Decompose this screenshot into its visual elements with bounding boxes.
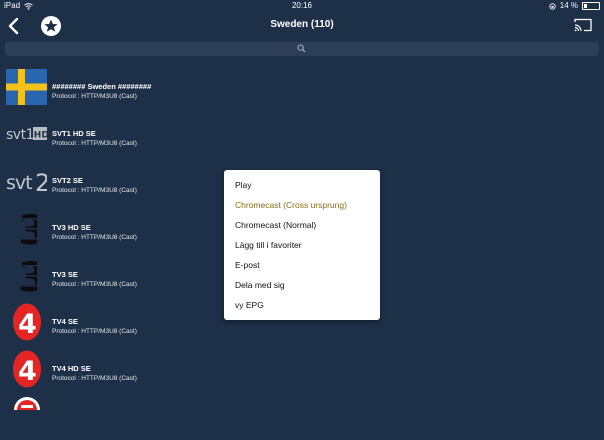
channel-row[interactable]: ######## Sweden ######## Protocol : HTTP…	[0, 64, 604, 111]
svt1-hd-logo: svt1 HD	[6, 114, 47, 154]
battery-percent: 14 %	[559, 1, 578, 10]
channel-protocol: Protocol : HTTP/M3U8 (Cast)	[52, 234, 137, 241]
cast-icon[interactable]	[574, 18, 592, 32]
nav-bar: Sweden (110)	[0, 12, 604, 40]
channel-row[interactable]: svt1 HD SVT1 HD SE Protocol : HTTP/M3U8 (…	[0, 111, 604, 158]
search-icon	[297, 44, 306, 53]
channel-protocol: Protocol : HTTP/M3U8 (Cast)	[52, 281, 137, 288]
channel-protocol: Protocol : HTTP/M3U8 (Cast)	[52, 187, 137, 194]
sweden-flag-icon	[6, 67, 47, 107]
channel-name: TV3 HD SE	[52, 223, 91, 232]
tv3-logo: 3	[6, 208, 47, 248]
svg-text:4: 4	[18, 309, 37, 340]
search-input[interactable]	[5, 42, 599, 56]
orientation-lock-icon	[549, 2, 556, 10]
tv3-logo: 3	[6, 255, 47, 295]
status-bar: iPad 20:16 14 %	[0, 0, 604, 12]
channel-name: TV4 HD SE	[52, 364, 91, 373]
channel-protocol: Protocol : HTTP/M3U8 (Cast)	[52, 328, 137, 335]
context-menu: Play Chromecast (Cross ursprung) Chromec…	[224, 170, 380, 320]
menu-item-epg[interactable]: vy EPG	[235, 300, 264, 310]
channel-name: TV4 SE	[52, 317, 78, 326]
channel-logo	[6, 396, 47, 436]
menu-item-share[interactable]: Dela med sig	[235, 280, 285, 290]
channel-row-partial[interactable]	[0, 393, 604, 440]
back-chevron-icon[interactable]	[6, 16, 22, 36]
channel-name: TV3 SE	[52, 270, 78, 279]
channel-name: ######## Sweden ########	[52, 82, 152, 91]
svg-text:svt1: svt1	[6, 127, 34, 143]
tv4-logo: 4	[6, 302, 47, 342]
menu-item-email[interactable]: E-post	[235, 260, 260, 270]
menu-item-play[interactable]: Play	[235, 180, 252, 190]
menu-item-chromecast-cross-origin[interactable]: Chromecast (Cross ursprung)	[235, 200, 347, 210]
channel-name: SVT2 SE	[52, 176, 83, 185]
menu-item-chromecast-normal[interactable]: Chromecast (Normal)	[235, 220, 316, 230]
channel-protocol: Protocol : HTTP/M3U8 (Cast)	[52, 93, 137, 100]
svt2-logo: svt 2	[6, 161, 47, 201]
menu-item-add-to-favorites[interactable]: Lägg till i favoriter	[235, 240, 302, 250]
tv4-logo: 4	[6, 349, 47, 389]
channel-protocol: Protocol : HTTP/M3U8 (Cast)	[52, 140, 137, 147]
battery-icon	[582, 2, 600, 10]
favorites-star-button[interactable]	[41, 16, 61, 36]
channel-row[interactable]: 4 TV4 HD SE Protocol : HTTP/M3U8 (Cast)	[0, 346, 604, 393]
svg-text:HD: HD	[34, 131, 47, 141]
page-title: Sweden (110)	[270, 19, 334, 30]
channel-protocol: Protocol : HTTP/M3U8 (Cast)	[52, 375, 137, 382]
clock: 20:16	[291, 1, 313, 10]
svg-text:2: 2	[35, 169, 47, 195]
channel-name: SVT1 HD SE	[52, 129, 96, 138]
star-icon	[44, 19, 58, 32]
svg-text:4: 4	[18, 356, 37, 387]
svg-text:svt: svt	[6, 172, 32, 194]
